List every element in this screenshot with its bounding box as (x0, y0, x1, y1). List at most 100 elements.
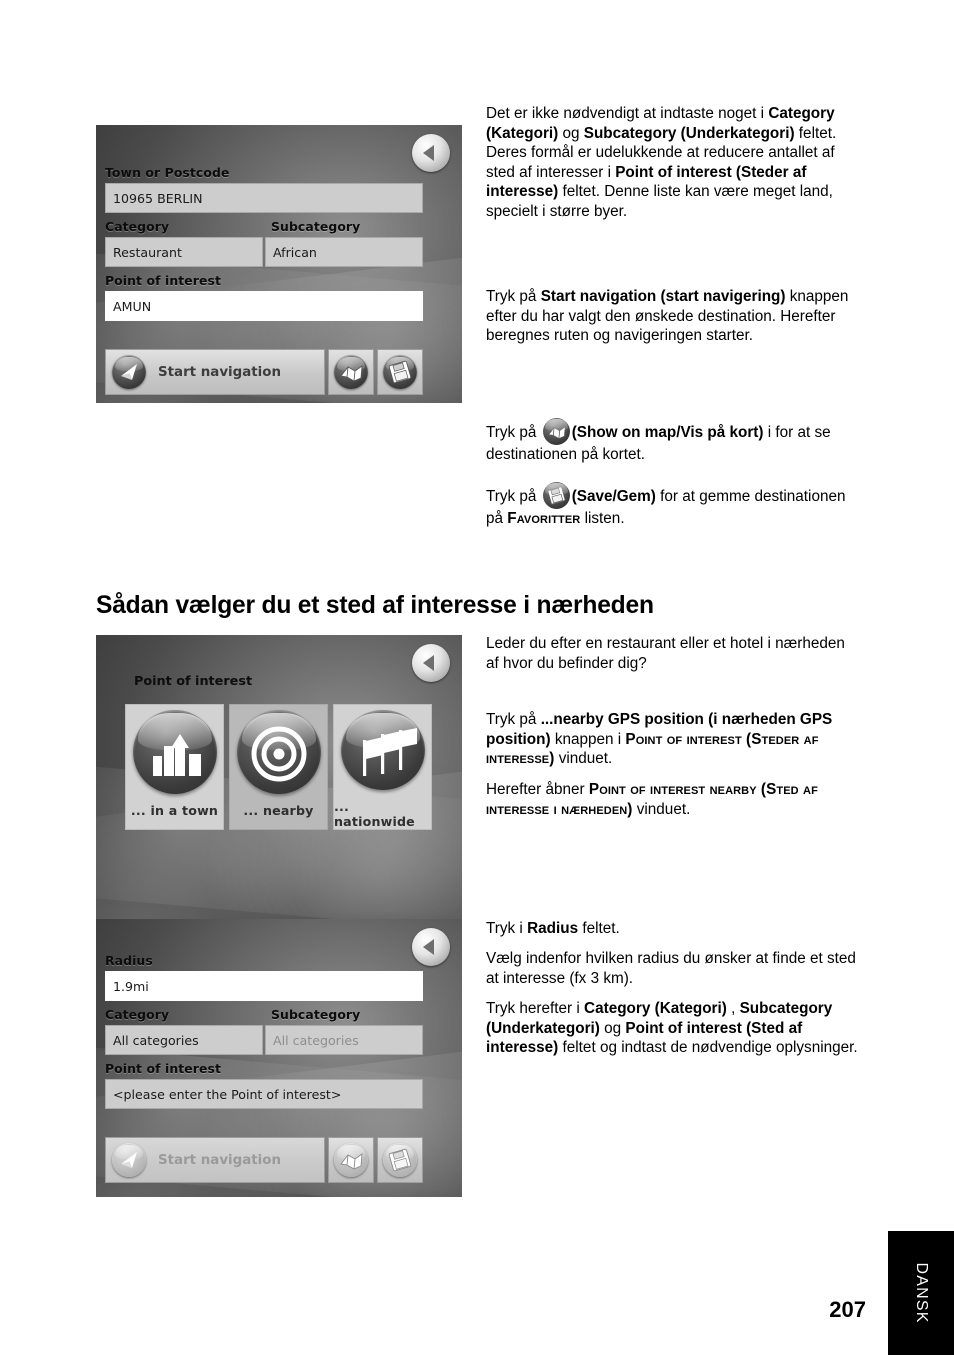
paragraph-save: Tryk på (Save/Gem) for at gemme destinat… (486, 482, 858, 529)
p5-t1: Leder du efter en restaurant eller et ho… (486, 635, 845, 672)
p4-t1: Tryk på (486, 488, 541, 505)
p2-t1: Tryk på (486, 288, 541, 305)
field-category-input[interactable]: All categories (105, 1025, 263, 1055)
back-arrow-triangle (423, 939, 434, 955)
field-label-subcategory: Subcategory (271, 219, 361, 234)
back-arrow-icon[interactable] (412, 928, 450, 966)
p7-sc1: Point of interest nearby (588, 781, 757, 798)
page-title: Sådan vælger du et sted af interesse i n… (96, 592, 654, 619)
field-label-town: Town or Postcode (105, 165, 230, 180)
field-category-input[interactable]: Restaurant (105, 237, 263, 267)
field-subcategory-input[interactable]: All categories (265, 1025, 423, 1055)
poi-chooser-title: Point of interest (134, 674, 253, 689)
paragraph-start-navigation: Tryk på Start navigation (start navigeri… (486, 287, 858, 346)
screenshot-poi-chooser: Point of interest ... in a town ... near… (96, 635, 462, 920)
screen-toolbar: Start navigation (105, 349, 423, 395)
tile-label-nearby: ... nearby (243, 803, 314, 818)
field-label-poi: Point of interest (105, 273, 222, 288)
field-label-category: Category (105, 1007, 170, 1022)
show-on-map-icon (542, 418, 570, 445)
paragraph-fill-fields: Tryk herefter i Category (Kategori) , Su… (486, 999, 858, 1058)
p1-b2: Subcategory (Underkategori) (583, 124, 795, 142)
screen-toolbar: Start navigation (105, 1137, 423, 1183)
paragraph-nearby-gps: Tryk på ...nearby GPS position (i nærhed… (486, 710, 858, 769)
field-label-poi: Point of interest (105, 1061, 222, 1076)
start-navigation-label: Start navigation (158, 1152, 281, 1168)
field-poi-input[interactable]: <please enter the Point of interest> (105, 1079, 423, 1109)
p4-b1: (Save/Gem) (571, 488, 656, 505)
tile-in-a-town[interactable]: ... in a town (125, 704, 224, 830)
p1-t2: og (558, 124, 584, 142)
field-subcategory-input[interactable]: African (265, 237, 423, 267)
field-group-subcategory: Subcategory (265, 219, 423, 234)
p6-t1: Tryk på (486, 711, 541, 728)
tile-nearby[interactable]: ... nearby (229, 704, 328, 830)
language-tab: DANSK (888, 1231, 954, 1355)
screenshot-poi-nearby: Radius 1.9mi Category Subcategory All ca… (96, 919, 462, 1197)
show-on-map-button[interactable] (328, 1137, 374, 1183)
field-town-input[interactable]: 10965 BERLIN (105, 183, 423, 213)
field-radius-input[interactable]: 1.9mi (105, 971, 423, 1001)
p10-t3: og (599, 1019, 626, 1037)
field-label-category: Category (105, 219, 170, 234)
p4-t3: listen. (580, 510, 625, 527)
paragraph-radius-field: Tryk i Radius feltet. (486, 919, 858, 939)
field-group-category: Category (105, 1007, 263, 1022)
save-button[interactable] (377, 349, 423, 395)
back-arrow-triangle (423, 145, 434, 161)
p8-t2: feltet. (578, 920, 620, 937)
p1-t1: Det er ikke nødvendigt at indtaste noget… (486, 105, 769, 122)
back-arrow-icon[interactable] (412, 134, 450, 172)
navigation-arrow-icon (112, 1143, 146, 1177)
save-disk-icon (383, 355, 417, 389)
tile-label-in-a-town: ... in a town (130, 803, 219, 818)
p10-t4: feltet og indtast de nødvendige oplysnin… (558, 1039, 858, 1057)
target-rings-icon (236, 710, 321, 794)
p7-t1: Herefter åbner (486, 781, 589, 798)
start-navigation-label: Start navigation (158, 364, 281, 380)
paragraph-nearby-window: Herefter åbner Point of interest nearby … (486, 780, 858, 819)
p3-t1: Tryk på (486, 424, 541, 441)
p9-t1: Vælg indenfor hvilken radius du ønsker a… (486, 950, 856, 987)
show-on-map-icon (334, 355, 368, 389)
back-arrow-icon[interactable] (412, 644, 450, 682)
p10-t1: Tryk herefter i (486, 1000, 585, 1017)
poi-chooser-tiles: ... in a town ... nearby ... nationwide (125, 704, 432, 830)
start-navigation-button[interactable]: Start navigation (105, 1137, 325, 1183)
screenshot-poi-town: Town or Postcode 10965 BERLIN Category S… (96, 125, 462, 403)
p6-t2: knappen i (550, 730, 626, 748)
page-number: 207 (829, 1297, 866, 1322)
p10-b1: Category (Kategori) (584, 1000, 727, 1017)
p8-t1: Tryk i (486, 920, 528, 937)
p7-t3: vinduet. (632, 800, 691, 818)
field-label-radius: Radius (105, 953, 153, 968)
paragraph-category-note: Det er ikke nødvendigt at indtaste noget… (486, 104, 858, 222)
language-tab-label: DANSK (913, 1262, 930, 1324)
tile-label-nationwide: ... nationwide (334, 799, 415, 829)
p6-sc1: Point of interest (625, 730, 742, 748)
paragraph-show-on-map: Tryk på (Show on map/Vis på kort) i for … (486, 418, 858, 465)
p10-t2: , (726, 1000, 740, 1017)
show-on-map-button[interactable] (328, 349, 374, 395)
paragraph-radius-choice: Vælg indenfor hvilken radius du ønsker a… (486, 949, 858, 988)
field-group-subcategory: Subcategory (265, 1007, 423, 1022)
tile-nationwide[interactable]: ... nationwide (333, 704, 432, 830)
p8-b1: Radius (527, 920, 579, 937)
save-disk-icon (383, 1143, 417, 1177)
p6-t4: vinduet. (554, 750, 613, 768)
save-disk-icon (542, 482, 570, 509)
field-group-category: Category (105, 219, 263, 234)
field-label-subcategory: Subcategory (271, 1007, 361, 1022)
start-navigation-button[interactable]: Start navigation (105, 349, 325, 395)
save-button[interactable] (377, 1137, 423, 1183)
city-skyline-icon (132, 710, 217, 794)
field-poi-input[interactable]: AMUN (105, 291, 423, 321)
p2-b1: Start navigation (start navigering) (540, 288, 786, 305)
paragraph-nearby-intro: Leder du efter en restaurant eller et ho… (486, 634, 858, 673)
back-arrow-triangle (423, 655, 434, 671)
show-on-map-icon (334, 1143, 368, 1177)
flags-icon (340, 710, 425, 790)
navigation-arrow-icon (112, 355, 146, 389)
p4-sc1: Favoritter (507, 510, 581, 527)
p3-b1: (Show on map/Vis på kort) (571, 424, 764, 441)
